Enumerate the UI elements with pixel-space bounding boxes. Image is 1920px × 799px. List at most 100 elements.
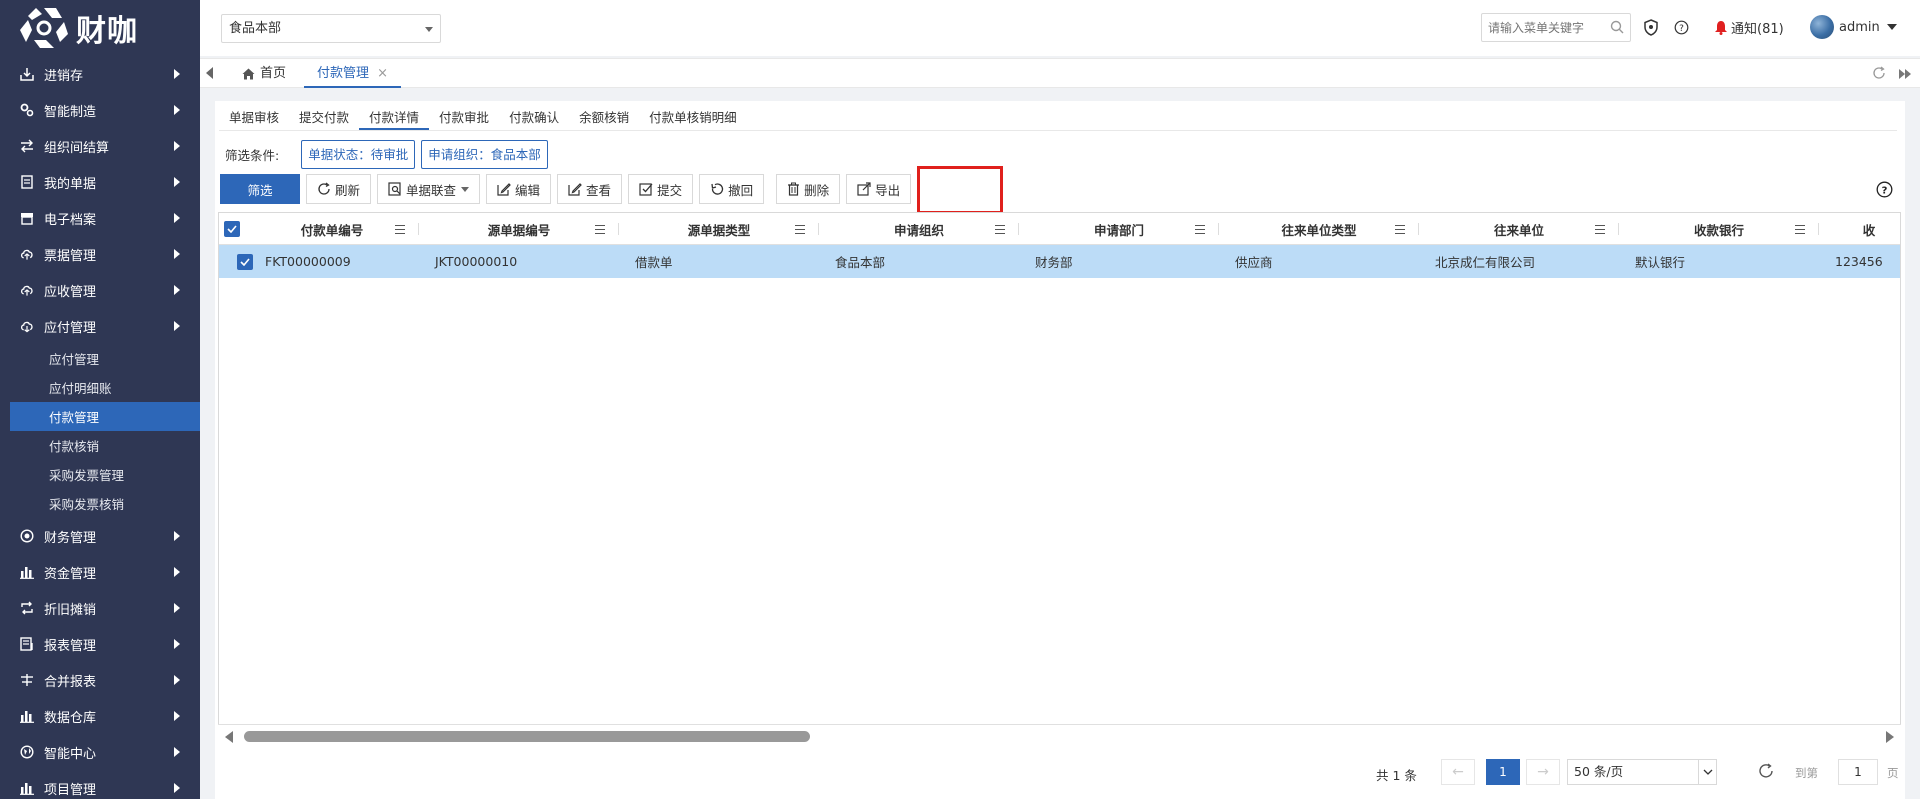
search-icon[interactable]: [1610, 20, 1624, 34]
edit-button[interactable]: 编辑: [486, 174, 552, 204]
column-header-7[interactable]: 收款银行: [1619, 213, 1819, 245]
sidebar-item-top-3[interactable]: 我的单据: [0, 164, 200, 200]
help-icon[interactable]: ?: [1876, 181, 1893, 198]
close-icon[interactable]: ×: [377, 66, 388, 81]
sidebar-item-bottom-3[interactable]: 报表管理: [0, 626, 200, 662]
sidebar-item-label: 应收管理: [44, 284, 97, 300]
main-area: 食品本部 ? 通知(81) admin: [200, 0, 1920, 799]
bell-icon: [1715, 21, 1727, 35]
top-bar: 食品本部 ? 通知(81) admin: [200, 0, 1920, 56]
sidebar-subitem-1[interactable]: 应付明细账: [0, 373, 200, 402]
column-menu-icon[interactable]: [1595, 225, 1605, 234]
chevron-down-icon[interactable]: [1698, 760, 1716, 784]
subtab-1[interactable]: 提交付款: [289, 105, 359, 130]
column-header-3[interactable]: 申请组织: [819, 213, 1019, 245]
row-checkbox[interactable]: [219, 245, 255, 278]
table-row[interactable]: FKT00000009 JKT00000010 借款单 食品本部 财务部 供应商 北京成仁有…: [219, 245, 1900, 278]
sidebar-item-bottom-2[interactable]: 折旧摊销: [0, 590, 200, 626]
linked-query-button[interactable]: 单据联查: [377, 174, 481, 204]
current-page-button[interactable]: 1: [1486, 759, 1520, 785]
column-header-1[interactable]: 源单据编号: [419, 213, 619, 245]
sidebar-subitem-4[interactable]: 采购发票管理: [0, 460, 200, 489]
column-header-8[interactable]: 收: [1819, 213, 1900, 245]
subtab-5[interactable]: 余额核销: [569, 105, 639, 130]
column-header-0[interactable]: 付款单编号: [245, 213, 419, 245]
goto-page-input[interactable]: 1: [1838, 759, 1878, 785]
shield-icon[interactable]: [1643, 19, 1659, 36]
sidebar-item-bottom-0[interactable]: 财务管理: [0, 518, 200, 554]
tab-payment-management[interactable]: 付款管理 ×: [304, 59, 402, 88]
sidebar-item-top-0[interactable]: 进销存: [0, 56, 200, 92]
column-menu-icon[interactable]: [1795, 225, 1805, 234]
prev-page-button[interactable]: ←: [1441, 759, 1475, 785]
column-header-label: 收: [1862, 222, 1876, 238]
notification-button[interactable]: 通知(81): [1714, 18, 1784, 37]
column-menu-icon[interactable]: [995, 225, 1005, 234]
refresh-button[interactable]: 刷新: [306, 174, 372, 204]
sidebar-item-label: 折旧摊销: [44, 602, 97, 618]
scroll-right-arrow-icon[interactable]: [1886, 731, 1894, 743]
reload-icon[interactable]: [1758, 763, 1774, 779]
sidebar-subitem-2[interactable]: 付款管理: [10, 402, 200, 431]
sidebar-item-top-5[interactable]: 票据管理: [0, 236, 200, 272]
export-button[interactable]: 导出: [846, 174, 912, 204]
column-menu-icon[interactable]: [395, 225, 405, 234]
scroll-thumb[interactable]: [244, 731, 810, 742]
select-all-checkbox[interactable]: [219, 213, 245, 245]
subtab-3[interactable]: 付款审批: [429, 105, 499, 130]
sidebar-item-bottom-6[interactable]: 智能中心: [0, 734, 200, 770]
filter-button[interactable]: 筛选: [220, 174, 300, 204]
submit-button[interactable]: 提交: [628, 174, 694, 204]
sidebar-item-top-7[interactable]: 应付管理: [0, 308, 200, 344]
menu-search-input[interactable]: [1482, 14, 1602, 41]
sidebar-item-top-1[interactable]: 智能制造: [0, 92, 200, 128]
column-header-5[interactable]: 往来单位类型: [1219, 213, 1419, 245]
scroll-left-arrow-icon[interactable]: [225, 731, 233, 743]
filter-chip-org[interactable]: 申请组织：食品本部: [421, 140, 548, 169]
action-toolbar: 筛选 刷新 单据联查 编辑 查看 提交 撤回 删除 导出: [220, 174, 917, 204]
sidebar-item-bottom-4[interactable]: 合并报表: [0, 662, 200, 698]
sidebar-item-top-6[interactable]: 应收管理: [0, 272, 200, 308]
column-menu-icon[interactable]: [1195, 225, 1205, 234]
column-menu-icon[interactable]: [795, 225, 805, 234]
tab-scroll-left-icon[interactable]: [206, 67, 213, 79]
sidebar-item-top-2[interactable]: 组织间结算: [0, 128, 200, 164]
cloud-upload-icon: [20, 247, 34, 261]
column-header-2[interactable]: 源单据类型: [619, 213, 819, 245]
sidebar-subitem-0[interactable]: 应付管理: [0, 344, 200, 373]
user-menu[interactable]: admin: [1810, 15, 1897, 39]
delete-button[interactable]: 删除: [776, 174, 841, 204]
refresh-icon[interactable]: [1872, 66, 1886, 80]
inbox-download-icon: [20, 67, 34, 81]
merge-icon: [20, 673, 34, 687]
next-page-button[interactable]: →: [1526, 759, 1560, 785]
view-button[interactable]: 查看: [557, 174, 623, 204]
home-icon: [242, 68, 255, 79]
menu-search-box[interactable]: [1481, 13, 1631, 42]
subtab-2[interactable]: 付款详情: [359, 105, 430, 130]
horizontal-scrollbar[interactable]: [218, 724, 1901, 746]
sidebar-subitem-3[interactable]: 付款核销: [0, 431, 200, 460]
subtab-4[interactable]: 付款确认: [499, 105, 569, 130]
subtab-6[interactable]: 付款单核销明细: [639, 105, 747, 130]
column-menu-icon[interactable]: [595, 225, 605, 234]
sidebar-item-top-4[interactable]: 电子档案: [0, 200, 200, 236]
withdraw-button[interactable]: 撤回: [699, 174, 765, 204]
column-header-6[interactable]: 往来单位: [1419, 213, 1619, 245]
sidebar-subitem-5[interactable]: 采购发票核销: [0, 489, 200, 518]
tab-home[interactable]: 首页: [242, 59, 286, 88]
sidebar-item-bottom-5[interactable]: 数据仓库: [0, 698, 200, 734]
checkbox-checked-icon: [224, 221, 240, 237]
refresh-button-label: 刷新: [335, 182, 361, 198]
subtab-0[interactable]: 单据审核: [219, 105, 289, 130]
sidebar-item-bottom-7[interactable]: 项目管理: [0, 770, 200, 799]
page-size-select[interactable]: 50 条/页: [1567, 759, 1717, 785]
filter-chip-status[interactable]: 单据状态：待审批: [301, 140, 416, 169]
sidebar-item-label: 财务管理: [44, 530, 97, 546]
help-icon[interactable]: ?: [1674, 20, 1689, 35]
tab-scroll-right-icon[interactable]: [1898, 68, 1912, 80]
org-select[interactable]: 食品本部: [221, 14, 441, 43]
sidebar-item-bottom-1[interactable]: 资金管理: [0, 554, 200, 590]
column-menu-icon[interactable]: [1395, 225, 1405, 234]
column-header-4[interactable]: 申请部门: [1019, 213, 1219, 245]
